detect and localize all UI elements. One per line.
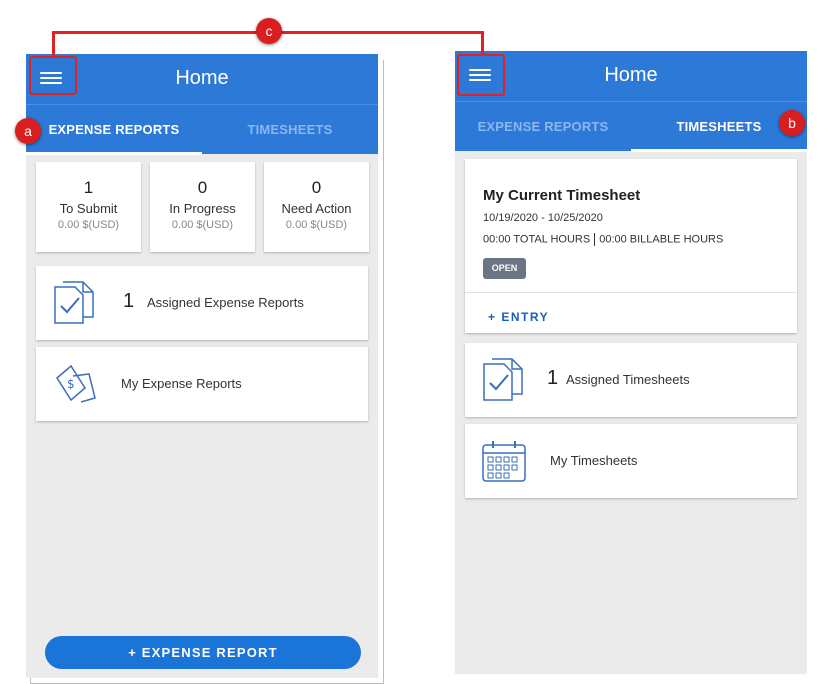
stat-label: In Progress — [169, 201, 236, 216]
document-check-icon — [483, 358, 523, 401]
add-expense-report-button[interactable]: + EXPENSE REPORT — [45, 636, 361, 669]
my-expense-reports-card[interactable]: $ My Expense Reports — [36, 347, 368, 421]
page-title: Home — [175, 67, 229, 89]
callout-b: b — [779, 110, 805, 136]
current-timesheet-title: My Current Timesheet — [483, 187, 641, 204]
current-timesheet-card[interactable]: My Current Timesheet 10/19/2020 - 10/25/… — [465, 159, 797, 333]
connector-line-left — [52, 31, 55, 58]
stat-count: 1 — [83, 178, 94, 197]
stat-need-action[interactable]: 0 Need Action 0.00 $(USD) — [264, 162, 369, 252]
tab-label: EXPENSE REPORTS — [48, 122, 180, 137]
my-reports-label: My Expense Reports — [121, 376, 242, 391]
my-timesheets-card[interactable]: My Timesheets — [465, 424, 797, 498]
tab-indicator — [26, 152, 202, 155]
connector-line-right — [481, 31, 484, 56]
tab-timesheets[interactable]: TIMESHEETS — [202, 105, 378, 155]
callout-c: c — [256, 18, 282, 44]
assigned-count: 1 — [123, 290, 135, 312]
timesheet-date-range: 10/19/2020 - 10/25/2020 — [483, 212, 603, 224]
total-hours: 00:00 TOTAL HOURS — [483, 233, 591, 246]
stat-amount: 0.00 $(USD) — [171, 219, 234, 231]
tab-label: TIMESHEETS — [247, 122, 333, 137]
stat-count: 0 — [197, 178, 208, 197]
svg-text:$: $ — [67, 377, 75, 391]
callout-a: a — [15, 118, 41, 144]
stat-label: To Submit — [59, 201, 118, 216]
stat-amount: 0.00 $(USD) — [57, 219, 120, 231]
app-bar: Home — [455, 51, 807, 101]
tab-bar: EXPENSE REPORTS TIMESHEETS — [455, 101, 807, 152]
my-timesheets-label: My Timesheets — [550, 453, 638, 468]
document-check-icon — [54, 281, 94, 324]
tab-indicator — [631, 149, 807, 152]
tab-label: EXPENSE REPORTS — [477, 119, 609, 134]
assigned-label: Assigned Timesheets — [566, 372, 690, 387]
timesheets-screen: Home EXPENSE REPORTS TIMESHEETS My Curre… — [455, 51, 807, 674]
stat-in-progress[interactable]: 0 In Progress 0.00 $(USD) — [150, 162, 255, 252]
tab-expense-reports[interactable]: EXPENSE REPORTS — [26, 105, 202, 155]
calendar-icon — [482, 441, 526, 482]
assigned-expense-reports-card[interactable]: 1 Assigned Expense Reports — [36, 266, 368, 340]
tab-expense-reports[interactable]: EXPENSE REPORTS — [455, 102, 631, 152]
stat-to-submit[interactable]: 1 To Submit 0.00 $(USD) — [36, 162, 141, 252]
assigned-timesheets-card[interactable]: 1 Assigned Timesheets — [465, 343, 797, 417]
hours-separator — [594, 233, 596, 246]
page-title: Home — [604, 64, 658, 86]
assigned-label: Assigned Expense Reports — [147, 295, 304, 310]
highlight-menu-right — [457, 54, 505, 96]
stat-count: 0 — [311, 178, 322, 197]
highlight-menu-left — [29, 56, 77, 95]
tab-bar: EXPENSE REPORTS TIMESHEETS — [26, 104, 378, 155]
expense-receipt-icon: $ — [56, 364, 96, 403]
status-badge: OPEN — [483, 258, 526, 279]
stat-label: Need Action — [281, 201, 352, 216]
assigned-count: 1 — [547, 367, 559, 389]
billable-hours: 00:00 BILLABLE HOURS — [599, 233, 724, 246]
app-bar: Home — [26, 54, 378, 104]
tab-label: TIMESHEETS — [676, 119, 762, 134]
add-entry-button[interactable]: + ENTRY — [488, 310, 549, 324]
stat-amount: 0.00 $(USD) — [285, 219, 348, 231]
expense-reports-screen: Home EXPENSE REPORTS TIMESHEETS 1 To Sub… — [26, 54, 378, 678]
divider — [465, 292, 797, 293]
timesheet-hours: 00:00 TOTAL HOURS 00:00 BILLABLE HOURS — [483, 233, 723, 246]
